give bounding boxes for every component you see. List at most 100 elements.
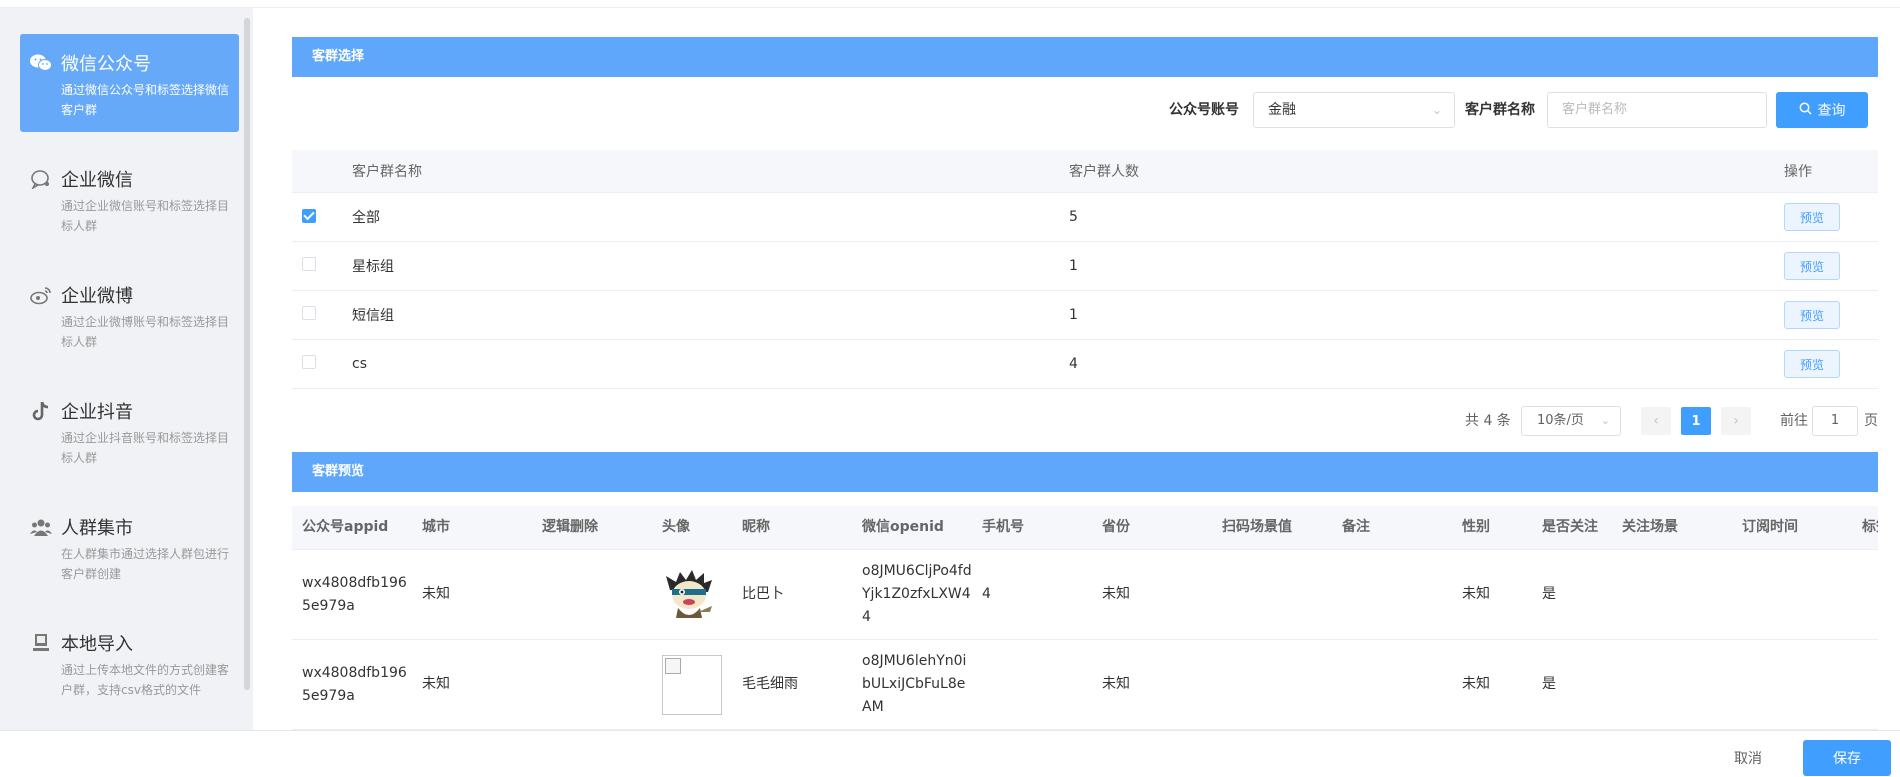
row-checkbox[interactable] xyxy=(302,355,316,369)
source-sidebar: 微信公众号 通过微信公众号和标签选择微信客户群 企业微信 通过企业微信账号和标签… xyxy=(0,8,253,730)
account-select-value: 金融 xyxy=(1268,102,1296,118)
sidebar-item-wecom[interactable]: 企业微信 通过企业微信账号和标签选择目标人群 xyxy=(20,150,239,248)
page-suffix: 页 xyxy=(1864,413,1878,429)
query-label: 查询 xyxy=(1817,103,1846,119)
followed-cell: 是 xyxy=(1542,586,1556,602)
users-icon xyxy=(30,516,52,538)
group-name-cell: cs xyxy=(352,356,367,372)
next-page-button[interactable]: › xyxy=(1721,407,1751,435)
col-follow-scene: 关注场景 xyxy=(1622,519,1678,535)
table-row: wx4808dfb1965e979a 未知 比巴卜 o8JMU6CljPo4fd… xyxy=(292,550,1878,640)
preview-button[interactable]: 预览 xyxy=(1784,203,1840,231)
group-name-input[interactable]: 客户群名称 xyxy=(1547,92,1767,128)
group-name-cell: 全部 xyxy=(352,210,380,226)
avatar xyxy=(666,569,712,618)
sidebar-item-title: 企业微信 xyxy=(61,170,133,191)
chevron-left-icon: ‹ xyxy=(1653,413,1659,429)
col-group-name: 客户群名称 xyxy=(352,164,422,180)
pagination: 共 4 条 10条/页 ⌄ ‹ 1 › 前往 1 页 xyxy=(292,406,1878,436)
group-table: 客户群名称 客户群人数 操作 全部 5 预览 星标组 1 预览 短信组 1 预览… xyxy=(292,150,1878,389)
table-row: 短信组 1 预览 xyxy=(292,291,1878,340)
wechat-icon xyxy=(30,52,52,74)
openid-cell: o8JMU6CljPo4fdYjk1Z0zfxLXW44 xyxy=(862,563,972,625)
appid-cell: wx4808dfb1965e979a xyxy=(302,664,407,704)
preview-header: 客群预览 xyxy=(292,452,1878,492)
group-name-cell: 星标组 xyxy=(352,259,394,275)
col-openid: 微信openid xyxy=(862,519,944,535)
col-followed: 是否关注 xyxy=(1542,519,1598,535)
filter-row: 公众号账号 金融 ⌄ 客户群名称 客户群名称 查询 xyxy=(292,92,1878,128)
preview-button[interactable]: 预览 xyxy=(1784,252,1840,280)
col-avatar: 头像 xyxy=(662,519,690,535)
row-checkbox[interactable] xyxy=(302,257,316,271)
sidebar-item-title: 企业微博 xyxy=(61,286,133,307)
broken-image-icon xyxy=(662,654,722,715)
row-checkbox[interactable] xyxy=(302,209,316,223)
col-city: 城市 xyxy=(422,519,450,535)
chevron-down-icon: ⌄ xyxy=(1431,103,1442,117)
col-tags: 标签 xyxy=(1862,519,1878,535)
col-deleted: 逻辑删除 xyxy=(542,519,598,535)
pagination-total: 共 4 条 xyxy=(1465,413,1511,429)
col-phone: 手机号 xyxy=(982,519,1024,535)
appid-cell: wx4808dfb1965e979a xyxy=(302,574,407,614)
city-cell: 未知 xyxy=(422,676,450,692)
table-row: cs 4 预览 xyxy=(292,340,1878,389)
group-count-cell: 5 xyxy=(1069,209,1078,225)
table-row: 全部 5 预览 xyxy=(292,193,1878,242)
group-count-cell: 1 xyxy=(1069,307,1078,323)
row-checkbox[interactable] xyxy=(302,306,316,320)
phone-cell: 4 xyxy=(982,586,991,602)
nickname-cell: 毛毛细雨 xyxy=(742,676,798,692)
sidebar-item-crowd-market[interactable]: 人群集市 在人群集市通过选择人群包进行客户群创建 xyxy=(20,498,239,596)
tiktok-icon xyxy=(30,400,52,422)
sidebar-item-title: 微信公众号 xyxy=(61,54,151,75)
cancel-button[interactable]: 取消 xyxy=(1718,741,1778,775)
avatar-cell xyxy=(652,654,732,715)
sidebar-item-desc: 通过企业抖音账号和标签选择目标人群 xyxy=(61,431,230,465)
table-row: 星标组 1 预览 xyxy=(292,242,1878,291)
col-remark: 备注 xyxy=(1342,519,1370,535)
goto-page-input[interactable]: 1 xyxy=(1812,406,1858,436)
province-cell: 未知 xyxy=(1102,586,1130,602)
col-gender: 性别 xyxy=(1462,519,1490,535)
computer-icon xyxy=(30,632,52,654)
city-cell: 未知 xyxy=(422,586,450,602)
gender-cell: 未知 xyxy=(1462,676,1490,692)
followed-cell: 是 xyxy=(1542,676,1556,692)
preview-button[interactable]: 预览 xyxy=(1784,350,1840,378)
sidebar-scrollbar[interactable] xyxy=(244,18,250,690)
save-button[interactable]: 保存 xyxy=(1803,740,1891,776)
sidebar-item-douyin[interactable]: 企业抖音 通过企业抖音账号和标签选择目标人群 xyxy=(20,382,239,480)
goto-label: 前往 xyxy=(1780,413,1808,429)
page-size-select[interactable]: 10条/页 ⌄ xyxy=(1521,406,1621,436)
preview-button[interactable]: 预览 xyxy=(1784,301,1840,329)
main-panel: 客群选择 公众号账号 金融 ⌄ 客户群名称 客户群名称 查询 客户群名称 客户群… xyxy=(292,0,1880,730)
col-province: 省份 xyxy=(1102,519,1130,535)
sidebar-item-weibo[interactable]: 企业微博 通过企业微博账号和标签选择目标人群 xyxy=(20,266,239,364)
search-icon xyxy=(1799,102,1812,119)
prev-page-button[interactable]: ‹ xyxy=(1641,407,1671,435)
group-name-cell: 短信组 xyxy=(352,308,394,324)
table-row: wx4808dfb1965e979a 未知 毛毛细雨 o8JMU6lehYn0i… xyxy=(292,640,1878,730)
wecom-icon xyxy=(30,168,52,190)
page-number-button[interactable]: 1 xyxy=(1681,407,1711,435)
query-button[interactable]: 查询 xyxy=(1776,92,1868,128)
chevron-right-icon: › xyxy=(1733,413,1739,429)
sidebar-item-wechat-official[interactable]: 微信公众号 通过微信公众号和标签选择微信客户群 xyxy=(20,34,239,132)
group-name-placeholder: 客户群名称 xyxy=(1562,102,1628,117)
preview-table: 公众号appid 城市 逻辑删除 头像 昵称 微信openid 手机号 省份 扫… xyxy=(292,506,1878,730)
dialog-footer: 取消 保存 xyxy=(0,730,1900,777)
sidebar-item-local-import[interactable]: 本地导入 通过上传本地文件的方式创建客户群，支持csv格式的文件 xyxy=(20,614,239,712)
account-select[interactable]: 金融 ⌄ xyxy=(1253,92,1455,128)
group-table-header: 客户群名称 客户群人数 操作 xyxy=(292,150,1878,193)
col-group-count: 客户群人数 xyxy=(1069,164,1139,180)
sidebar-item-desc: 通过微信公众号和标签选择微信客户群 xyxy=(61,83,230,117)
account-label: 公众号账号 xyxy=(1169,102,1239,118)
sidebar-item-title: 本地导入 xyxy=(61,634,133,655)
sidebar-item-title: 企业抖音 xyxy=(61,402,133,423)
col-nickname: 昵称 xyxy=(742,519,770,535)
sidebar-item-title: 人群集市 xyxy=(61,518,133,539)
page-size-value: 10条/页 xyxy=(1537,413,1584,428)
avatar-cell xyxy=(652,568,732,622)
